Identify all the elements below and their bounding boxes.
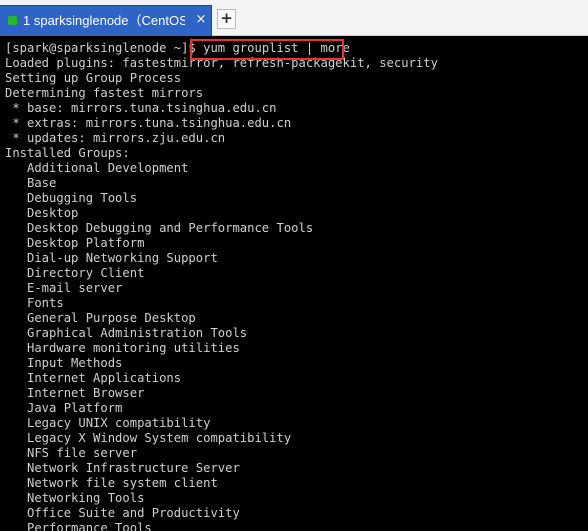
output-line: Graphical Administration Tools bbox=[5, 326, 248, 340]
output-line: Desktop Debugging and Performance Tools bbox=[5, 221, 314, 235]
output-line: Setting up Group Process bbox=[5, 71, 182, 85]
output-line: Desktop bbox=[5, 206, 79, 220]
output-line: Dial-up Networking Support bbox=[5, 251, 218, 265]
session-tab[interactable]: 1 sparksinglenode（CentOS × bbox=[0, 5, 212, 36]
typed-command: yum grouplist | more bbox=[203, 41, 350, 55]
new-tab-button[interactable]: + bbox=[217, 9, 236, 29]
output-line: Legacy X Window System compatibility bbox=[5, 431, 292, 445]
output-line: Network Infrastructure Server bbox=[5, 461, 240, 475]
output-line: Hardware monitoring utilities bbox=[5, 341, 240, 355]
output-line: Determining fastest mirrors bbox=[5, 86, 204, 100]
output-line: Networking Tools bbox=[5, 491, 145, 505]
output-line: Input Methods bbox=[5, 356, 123, 370]
output-line: * updates: mirrors.zju.edu.cn bbox=[5, 131, 226, 145]
output-line: Java Platform bbox=[5, 401, 123, 415]
output-line: * base: mirrors.tuna.tsinghua.edu.cn bbox=[5, 101, 277, 115]
output-line: Performance Tools bbox=[5, 521, 152, 531]
output-line: Loaded plugins: fastestmirror, refresh-p… bbox=[5, 56, 438, 70]
output-line: Installed Groups: bbox=[5, 146, 130, 160]
command-line: [spark@sparksinglenode ~]$ yum grouplist… bbox=[5, 41, 588, 56]
output-line: Directory Client bbox=[5, 266, 145, 280]
output-line: General Purpose Desktop bbox=[5, 311, 196, 325]
terminal-output[interactable]: [spark@sparksinglenode ~]$ yum grouplist… bbox=[0, 36, 588, 531]
output-line: Network file system client bbox=[5, 476, 218, 490]
output-line: * extras: mirrors.tuna.tsinghua.edu.cn bbox=[5, 116, 292, 130]
output-line: Fonts bbox=[5, 296, 64, 310]
output-line: NFS file server bbox=[5, 446, 138, 460]
output-line: E-mail server bbox=[5, 281, 123, 295]
output-line: Desktop Platform bbox=[5, 236, 145, 250]
output-line: Additional Development bbox=[5, 161, 189, 175]
output-line: Base bbox=[5, 176, 57, 190]
connected-status-icon bbox=[8, 16, 17, 25]
output-line: Internet Browser bbox=[5, 386, 145, 400]
tab-bar: 1 sparksinglenode（CentOS × + bbox=[0, 0, 588, 36]
session-tab-title: 1 sparksinglenode（CentOS bbox=[23, 13, 185, 28]
output-line: Legacy UNIX compatibility bbox=[5, 416, 211, 430]
shell-prompt: [spark@sparksinglenode ~]$ bbox=[5, 41, 204, 55]
output-line: Internet Applications bbox=[5, 371, 182, 385]
output-line: Office Suite and Productivity bbox=[5, 506, 240, 520]
output-line: Debugging Tools bbox=[5, 191, 138, 205]
close-tab-icon[interactable]: × bbox=[194, 12, 208, 28]
